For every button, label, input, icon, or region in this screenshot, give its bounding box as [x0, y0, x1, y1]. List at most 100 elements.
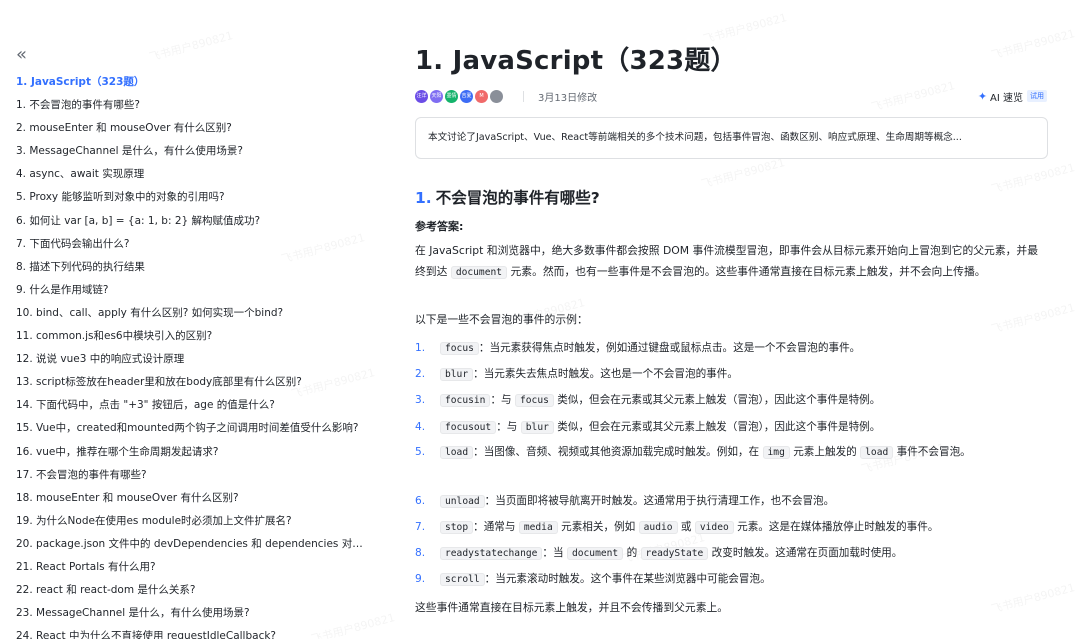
inline-code: document [450, 266, 508, 280]
list-number: 7. [415, 520, 426, 533]
ai-summary-box[interactable]: 本文讨论了JavaScript、Vue、React等前端相关的多个技术问题，包括… [415, 117, 1048, 159]
list-number: 6. [415, 494, 426, 507]
event-list-item: 3. focusin ：与 focus 类似，但会在元素或其父元素上触发（冒泡），因… [415, 387, 1055, 413]
outline-item[interactable]: 11. common.js和es6中模块引入的区别? [16, 325, 366, 348]
event-name-code: readystatechange [440, 547, 543, 561]
outline-item[interactable]: 17. 不会冒泡的事件有哪些? [16, 464, 366, 487]
avatar[interactable]: M [475, 89, 488, 103]
list-number: 4. [415, 420, 426, 433]
closing-paragraph: 这些事件通常直接在目标元素上触发，并且不会传播到父元素上。 [415, 601, 729, 614]
outline-item[interactable]: 5. Proxy 能够监听到对象中的对象的引用吗? [16, 186, 366, 209]
outline-item[interactable]: 8. 描述下列代码的执行结果 [16, 256, 366, 279]
avatar[interactable]: 墨情 [445, 89, 458, 103]
list-text-fragment: ：当图像、音频、视频或其他资源加载完成时触发。例如，在 [473, 445, 763, 458]
event-name-code: scroll [440, 573, 485, 587]
event-list-item: 1. focus ：当元素获得焦点时触发，例如通过键盘或鼠标点击。这是一个不会冒泡的… [415, 335, 1055, 361]
event-list-item: 4. focusout ：与 blur 类似，但会在元素或其父元素上触发（冒泡），因… [415, 414, 1055, 440]
outline-item[interactable]: 4. async、await 实现原理 [16, 163, 366, 186]
event-list-item: 9. scroll ：当元素滚动时触发。这个事件在某些浏览器中可能会冒泡。 [415, 566, 1055, 592]
doc-meta-bar: 汪洋 天阳 墨情 吉夏 M 3月13日修改 ✦ AI 速览 试用 [415, 88, 1047, 104]
outline-item[interactable]: 20. package.json 文件中的 devDependencies 和 … [16, 533, 366, 556]
event-name-code: blur [520, 420, 554, 434]
outline-item[interactable]: 14. 下面代码中，点击 "+3" 按钮后，age 的值是什么? [16, 394, 366, 417]
event-name-code: focusin [440, 394, 491, 408]
avatar[interactable] [490, 89, 503, 103]
outline-item[interactable]: 3. MessageChannel 是什么，有什么使用场景? [16, 140, 366, 163]
outline-item[interactable]: 19. 为什么Node在使用es module时必须加上文件扩展名? [16, 510, 366, 533]
list-text: stop ：通常与 media 元素相关，例如 audio 或 video 元素。… [440, 514, 1055, 540]
list-number: 3. [415, 394, 426, 407]
outline-item[interactable]: 16. vue中，推荐在哪个生命周期发起请求? [16, 441, 366, 464]
list-text-fragment: 类似，但会在元素或其父元素上触发（冒泡），因此这个事件是特例。 [553, 394, 881, 407]
list-number: 9. [415, 573, 426, 586]
event-name-code: load [440, 445, 474, 459]
outline-sidebar: « 1. JavaScript（323题） 1. 不会冒泡的事件有哪些? 2. mo… [0, 0, 380, 639]
list-text-fragment: ：当元素获得焦点时触发，例如通过键盘或鼠标点击。这是一个不会冒泡的事件。 [478, 342, 861, 354]
list-text: blur ：当元素失去焦点时触发。这也是一个不会冒泡的事件。 [440, 361, 1055, 387]
section-number: 1. [415, 189, 432, 207]
intro-text: 元素。然而，也有一些事件是不会冒泡的。这些事件通常直接在目标元素上触发，并不会向… [507, 265, 986, 279]
list-number: 5. [415, 445, 426, 458]
event-name-code: focus [440, 342, 479, 355]
intro-paragraph: 在 JavaScript 和浏览器中，绝大多数事件都会按照 DOM 事件流模型冒… [415, 240, 1045, 284]
page-title: 1. JavaScript（323题） [415, 46, 737, 76]
event-name-code: unload [440, 494, 485, 508]
list-text-fragment: ：与 [496, 420, 521, 433]
event-name-code: focusout [440, 420, 497, 434]
event-name-code: stop [440, 520, 474, 534]
list-text: focusin ：与 focus 类似，但会在元素或其父元素上触发（冒泡），因此这… [440, 387, 1055, 413]
outline-item[interactable]: 15. Vue中，created和mounted两个钩子之间调用时间差值受什么影… [16, 417, 366, 440]
modified-date: 3月13日修改 [538, 92, 598, 104]
outline-item[interactable]: 22. react 和 react-dom 是什么关系? [16, 579, 366, 602]
outline-item[interactable]: 6. 如何让 var [a, b] = {a: 1, b: 2} 解构赋值成功? [16, 210, 366, 233]
ai-summary-button[interactable]: ✦ AI 速览 试用 [978, 89, 1047, 104]
outline-item[interactable]: 18. mouseEnter 和 mouseOver 有什么区别? [16, 487, 366, 510]
outline-item[interactable]: 24. React 中为什么不直接使用 requestIdleCallback? [16, 625, 366, 639]
event-list-item: 5. load ：当图像、音频、视频或其他资源加载完成时触发。例如，在 img 元素… [415, 440, 1055, 488]
divider [523, 90, 524, 102]
outline-item[interactable]: 13. script标签放在header里和放在body底部里有什么区别? [16, 371, 366, 394]
section-heading: 1. 不会冒泡的事件有哪些? [415, 186, 600, 208]
list-text-fragment: 的 [623, 547, 641, 560]
collapse-outline-icon[interactable]: « [16, 46, 36, 68]
list-text-fragment: 改变时触发。这通常在页面加载时使用。 [708, 547, 903, 560]
outline-item[interactable]: 23. MessageChannel 是什么，有什么使用场景? [16, 602, 366, 625]
list-intro: 以下是一些不会冒泡的事件的示例： [415, 313, 588, 326]
list-text-fragment: ：当元素滚动时触发。这个事件在某些浏览器中可能会冒泡。 [484, 573, 771, 586]
list-number: 2. [415, 368, 426, 381]
event-name-code: focus [515, 394, 554, 408]
list-text: load ：当图像、音频、视频或其他资源加载完成时触发。例如，在 img 元素上触… [440, 442, 1055, 488]
collaborator-avatars[interactable]: 汪洋 天阳 墨情 吉夏 M [415, 89, 505, 103]
outline-item[interactable]: 7. 下面代码会输出什么? [16, 233, 366, 256]
list-text-fragment: 元素相关，例如 [557, 520, 639, 533]
list-text: scroll ：当元素滚动时触发。这个事件在某些浏览器中可能会冒泡。 [440, 566, 1055, 592]
list-number: 1. [415, 342, 426, 354]
outline-item[interactable]: 1. 不会冒泡的事件有哪些? [16, 94, 366, 117]
event-list-item: 2. blur ：当元素失去焦点时触发。这也是一个不会冒泡的事件。 [415, 361, 1055, 387]
event-name-code: audio [638, 520, 678, 534]
ai-summary-label: AI 速览 [990, 92, 1023, 104]
outline-item[interactable]: 12. 说说 vue3 中的响应式设计原理 [16, 348, 366, 371]
event-name-code: media [518, 520, 558, 534]
list-text-fragment: ：通常与 [473, 520, 519, 533]
event-list-item: 8. readystatechange ：当 document 的 readySta… [415, 540, 1055, 566]
sparkle-icon: ✦ [977, 89, 988, 103]
outline-item[interactable]: 10. bind、call、apply 有什么区别? 如何实现一个bind? [16, 302, 366, 325]
list-text-fragment: 类似，但会在元素或其父元素上触发（冒泡），因此这个事件是特例。 [553, 420, 881, 433]
event-list: 1. focus ：当元素获得焦点时触发，例如通过键盘或鼠标点击。这是一个不会冒泡的… [415, 335, 1055, 593]
outline-item[interactable]: 2. mouseEnter 和 mouseOver 有什么区别? [16, 117, 366, 140]
list-text: readystatechange ：当 document 的 readyState… [440, 540, 1055, 566]
outline-item[interactable]: 21. React Portals 有什么用? [16, 556, 366, 579]
list-text-fragment: 或 [677, 520, 695, 533]
outline-item-title[interactable]: 1. JavaScript（323题） [16, 71, 366, 94]
list-text-fragment: ：当元素失去焦点时触发。这也是一个不会冒泡的事件。 [473, 368, 738, 381]
list-text-fragment: ：当 [542, 547, 567, 560]
avatar[interactable]: 汪洋 [415, 89, 428, 103]
avatar[interactable]: 吉夏 [460, 89, 473, 103]
event-name-code: load [860, 445, 894, 459]
event-name-code: document [566, 547, 624, 561]
avatar[interactable]: 天阳 [430, 89, 443, 103]
event-name-code: blur [440, 368, 474, 382]
outline-item[interactable]: 9. 什么是作用域链? [16, 279, 366, 302]
list-text-fragment: ：当页面即将被导航离开时触发。这通常用于执行清理工作，也不会冒泡。 [484, 494, 835, 507]
